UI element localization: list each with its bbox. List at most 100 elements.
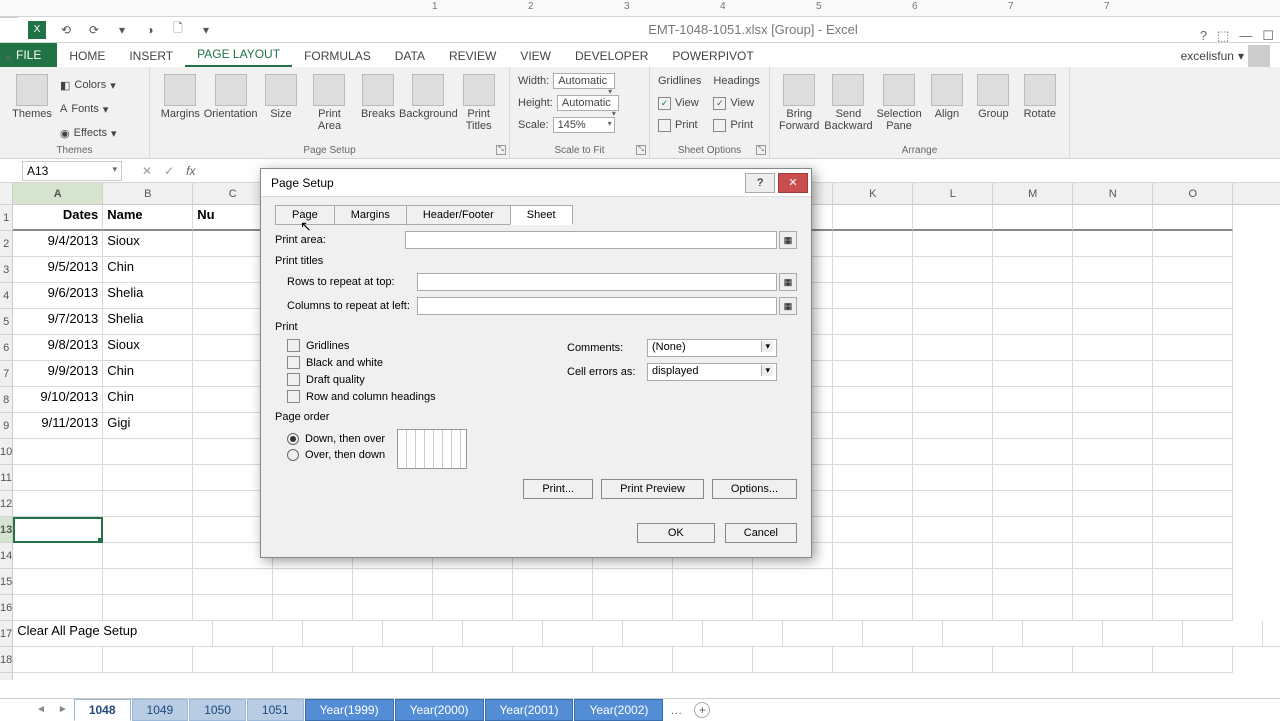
cell-L11[interactable] [913, 465, 993, 491]
gridlines-print-check[interactable] [658, 119, 671, 132]
print-button[interactable]: Print... [523, 479, 593, 499]
tab-review[interactable]: REVIEW [437, 45, 508, 67]
cellerrors-combo[interactable]: displayed [647, 363, 777, 381]
cell-A5[interactable]: 9/7/2013 [13, 309, 103, 335]
cell-E16[interactable] [353, 595, 433, 621]
cell-F17[interactable] [543, 621, 623, 647]
cancel-button[interactable]: Cancel [725, 523, 797, 543]
colors-button[interactable]: ◧ Colors ▾ [60, 74, 117, 96]
dialog-tab-header-footer[interactable]: Header/Footer [406, 205, 511, 225]
cell-B9[interactable]: Gigi [103, 413, 193, 439]
cell-L18[interactable] [913, 647, 993, 673]
cell-F18[interactable] [433, 647, 513, 673]
sheet-tab-1049[interactable]: 1049 [132, 699, 189, 721]
cell-M12[interactable] [993, 491, 1073, 517]
qat-btn-2[interactable]: ⟳ [86, 22, 102, 38]
cell-A14[interactable] [13, 543, 103, 569]
name-box[interactable]: A13 [22, 161, 122, 181]
cell-K4[interactable] [833, 283, 913, 309]
cell-L16[interactable] [913, 595, 993, 621]
qat-btn-5[interactable]: 🗋 [170, 22, 186, 38]
cell-O6[interactable] [1153, 335, 1233, 361]
sheet-tab-1051[interactable]: 1051 [247, 699, 304, 721]
cell-M14[interactable] [993, 543, 1073, 569]
cell-D18[interactable] [273, 647, 353, 673]
cell-A6[interactable]: 9/8/2013 [13, 335, 103, 361]
ok-button[interactable]: OK [637, 523, 715, 543]
cell-N17[interactable] [1183, 621, 1263, 647]
cell-A7[interactable]: 9/9/2013 [13, 361, 103, 387]
dialog-close-button[interactable]: ✕ [778, 173, 808, 193]
print-area-picker[interactable]: ▦ [779, 231, 797, 249]
dialog-help-button[interactable]: ? [745, 173, 775, 193]
cell-L14[interactable] [913, 543, 993, 569]
options-button[interactable]: Options... [712, 479, 797, 499]
themes-button[interactable]: Themes [8, 70, 56, 144]
close-workbook-icon[interactable]: ✕ [4, 52, 13, 65]
tab-insert[interactable]: INSERT [117, 45, 185, 67]
cell-L17[interactable] [1023, 621, 1103, 647]
height-select[interactable]: Automatic [557, 95, 619, 111]
new-sheet-button[interactable]: + [694, 702, 710, 718]
tab-formulas[interactable]: FORMULAS [292, 45, 383, 67]
cell-M18[interactable] [993, 647, 1073, 673]
cols-repeat-picker[interactable]: ▦ [779, 297, 797, 315]
ribbon-display-icon[interactable]: ⬚ [1217, 28, 1229, 44]
signin-label[interactable]: excelisfun ▾ [1181, 45, 1270, 67]
background-button[interactable]: Background [404, 70, 452, 132]
sheetopt-launcher[interactable]: ⤡ [756, 145, 766, 155]
cell-N12[interactable] [1073, 491, 1153, 517]
cell-L12[interactable] [913, 491, 993, 517]
send-backward-button[interactable]: Send Backward [824, 70, 872, 132]
cell-L4[interactable] [913, 283, 993, 309]
fonts-button[interactable]: A Fonts ▾ [60, 98, 117, 120]
cell-D15[interactable] [273, 569, 353, 595]
cell-M4[interactable] [993, 283, 1073, 309]
cell-O5[interactable] [1153, 309, 1233, 335]
help-icon[interactable]: ? [1200, 28, 1207, 44]
cell-B14[interactable] [103, 543, 193, 569]
cell-K7[interactable] [833, 361, 913, 387]
scale-input[interactable]: 145% [553, 117, 615, 133]
rowcol-check[interactable] [287, 390, 300, 403]
cell-K6[interactable] [833, 335, 913, 361]
cell-K12[interactable] [833, 491, 913, 517]
cell-L8[interactable] [913, 387, 993, 413]
cell-K10[interactable] [833, 439, 913, 465]
enter-formula-icon[interactable]: ✓ [164, 164, 174, 178]
cell-B6[interactable]: Sioux [103, 335, 193, 361]
cell-A1[interactable]: Dates [13, 205, 103, 231]
cell-O18[interactable] [1153, 647, 1233, 673]
cell-B18[interactable] [103, 647, 193, 673]
cell-C16[interactable] [193, 595, 273, 621]
cell-N3[interactable] [1073, 257, 1153, 283]
cell-B17[interactable] [213, 621, 303, 647]
cell-O2[interactable] [1153, 231, 1233, 257]
cell-B1[interactable]: Name [103, 205, 193, 231]
cell-O12[interactable] [1153, 491, 1233, 517]
cell-E18[interactable] [353, 647, 433, 673]
cell-K18[interactable] [833, 647, 913, 673]
cell-H18[interactable] [593, 647, 673, 673]
cell-K1[interactable] [833, 205, 913, 231]
cell-N15[interactable] [1073, 569, 1153, 595]
cell-D17[interactable] [383, 621, 463, 647]
over-down-radio[interactable] [287, 449, 299, 461]
cell-J17[interactable] [863, 621, 943, 647]
cell-K8[interactable] [833, 387, 913, 413]
cell-K14[interactable] [833, 543, 913, 569]
cell-A17[interactable]: Clear All Page Setup [13, 621, 213, 647]
cell-N9[interactable] [1073, 413, 1153, 439]
down-over-radio[interactable] [287, 433, 299, 445]
rows-repeat-input[interactable] [417, 273, 777, 291]
cell-O3[interactable] [1153, 257, 1233, 283]
rows-repeat-picker[interactable]: ▦ [779, 273, 797, 291]
cell-M5[interactable] [993, 309, 1073, 335]
print-titles-button[interactable]: Print Titles [456, 70, 501, 132]
draft-check[interactable] [287, 373, 300, 386]
tab-developer[interactable]: DEVELOPER [563, 45, 660, 67]
scale-launcher[interactable]: ⤡ [636, 145, 646, 155]
cell-N7[interactable] [1073, 361, 1153, 387]
tab-nav-prev[interactable]: ◄ [30, 704, 52, 715]
cell-B16[interactable] [103, 595, 193, 621]
